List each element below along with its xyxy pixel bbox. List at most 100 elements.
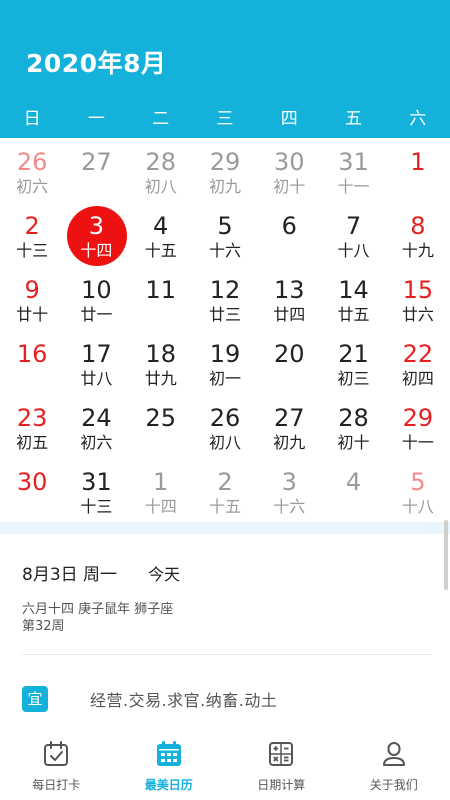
day-cell[interactable]: 17 廿八 [64,330,128,394]
day-number: 10 [81,276,112,304]
day-cell[interactable]: 16 [0,330,64,394]
day-cell[interactable]: 29 初九 [193,138,257,202]
day-cell[interactable]: 4 十五 [129,202,193,266]
day-number: 2 [24,212,40,240]
day-number: 30 [274,148,305,176]
day-cell[interactable]: 13 廿四 [257,266,321,330]
day-cell[interactable]: 28 初十 [321,394,385,458]
lunar-date: 廿十 [16,305,49,324]
lunar-date: 十六 [208,241,241,260]
day-number: 1 [153,468,169,496]
day-cell[interactable]: 24 初六 [64,394,128,458]
calendar-icon [156,741,181,766]
day-cell[interactable]: 29 十一 [386,394,450,458]
lunar-date: 十八 [401,497,434,516]
lunar-date: 廿五 [337,305,370,324]
day-number: 7 [345,212,362,240]
day-number: 14 [338,276,369,304]
day-cell[interactable]: 23 初五 [0,394,64,458]
tab-about-us[interactable]: 关于我们 [338,730,450,800]
lunar-date: 初五 [16,433,49,452]
day-number: 4 [153,212,169,240]
day-cell[interactable]: 21 初三 [321,330,385,394]
day-number: 31 [81,468,112,496]
day-number: 11 [145,276,176,304]
day-number: 17 [81,340,112,368]
day-cell[interactable]: 11 [129,266,193,330]
week-number: 第32周 [22,619,65,634]
lunar-date: 廿四 [273,305,306,324]
lunar-date: 十三 [16,241,49,260]
day-cell[interactable]: 30 [0,458,64,522]
day-cell[interactable]: 7 十八 [321,202,385,266]
day-cell[interactable]: 4 [321,458,385,522]
day-cell[interactable]: 19 初一 [193,330,257,394]
tab-label: 关于我们 [369,778,418,792]
lunar-date: 十一 [401,433,434,452]
section-divider-band [0,522,450,534]
lunar-date: 初六 [80,433,113,452]
lunar-date: 初六 [16,177,49,196]
day-number: 25 [145,404,176,432]
day-cell[interactable]: 2 十五 [193,458,257,522]
lunar-date: 初十 [273,177,306,196]
day-number: 12 [209,276,241,304]
weekday-tue: 二 [152,109,170,129]
day-cell[interactable]: 12 廿三 [193,266,257,330]
day-cell[interactable]: 22 初四 [386,330,450,394]
day-cell[interactable]: 8 十九 [386,202,450,266]
selected-date: 8月3日 周一 [22,565,118,585]
month-title[interactable]: 2020年8月 [26,44,166,80]
day-cell[interactable]: 1 [386,138,450,202]
checkin-calendar-icon [44,741,68,766]
today-label[interactable]: 今天 [148,561,180,585]
user-icon [382,742,405,766]
day-cell[interactable]: 27 [64,138,128,202]
day-cell[interactable]: 27 初九 [257,394,321,458]
day-cell[interactable]: 25 [129,394,193,458]
lunar-date: 十四 [80,241,113,260]
weekday-sat: 六 [409,109,427,129]
day-cell[interactable]: 20 [257,330,321,394]
day-cell[interactable]: 1 十四 [129,458,193,522]
day-number: 4 [345,468,362,496]
day-cell[interactable]: 26 初八 [193,394,257,458]
day-number: 3 [88,212,105,240]
day-detail-panel: 8月3日 周一 今天 六月十四 庚子鼠年 狮子座 第32周 宜 经营.交易.求官… [0,534,450,730]
day-number: 23 [16,404,48,432]
tab-calendar[interactable]: 最美日历 [113,730,226,800]
day-cell[interactable]: 5 十六 [193,202,257,266]
day-cell[interactable]: 18 廿九 [129,330,193,394]
tab-daily-checkin[interactable]: 每日打卡 [0,730,113,800]
day-number: 29 [209,148,241,176]
day-cell[interactable]: 2 十三 [0,202,64,266]
day-cell[interactable]: 5 十八 [386,458,450,522]
day-cell[interactable]: 10 廿一 [64,266,128,330]
day-cell[interactable]: 28 初八 [129,138,193,202]
day-number: 22 [402,340,434,368]
day-cell[interactable]: 14 廿五 [321,266,385,330]
day-number: 3 [281,468,297,496]
tab-date-calculator[interactable]: 日期计算 [225,730,338,800]
lunar-date: 廿八 [80,369,113,388]
day-number: 31 [338,148,369,176]
day-cell[interactable]: 9 廿十 [0,266,64,330]
day-cell[interactable]: 6 [257,202,321,266]
day-cell[interactable]: 31 十三 [64,458,128,522]
day-cell[interactable]: 31 十一 [321,138,385,202]
day-number: 19 [209,340,241,368]
day-cell[interactable]: 26 初六 [0,138,64,202]
day-number: 28 [338,404,369,432]
day-number: 27 [274,404,305,432]
day-number: 28 [145,148,176,176]
day-number: 24 [81,404,112,432]
day-cell[interactable]: 30 初十 [257,138,321,202]
selected-day-cell[interactable]: 3 十四 [64,202,128,266]
day-number: 5 [217,212,233,240]
day-cell[interactable]: 15 廿六 [386,266,450,330]
lunar-date: 十五 [208,497,241,516]
day-number: 21 [338,340,369,368]
day-cell[interactable]: 3 十六 [257,458,321,522]
day-number: 5 [410,468,426,496]
lunar-date: 十九 [401,241,434,260]
